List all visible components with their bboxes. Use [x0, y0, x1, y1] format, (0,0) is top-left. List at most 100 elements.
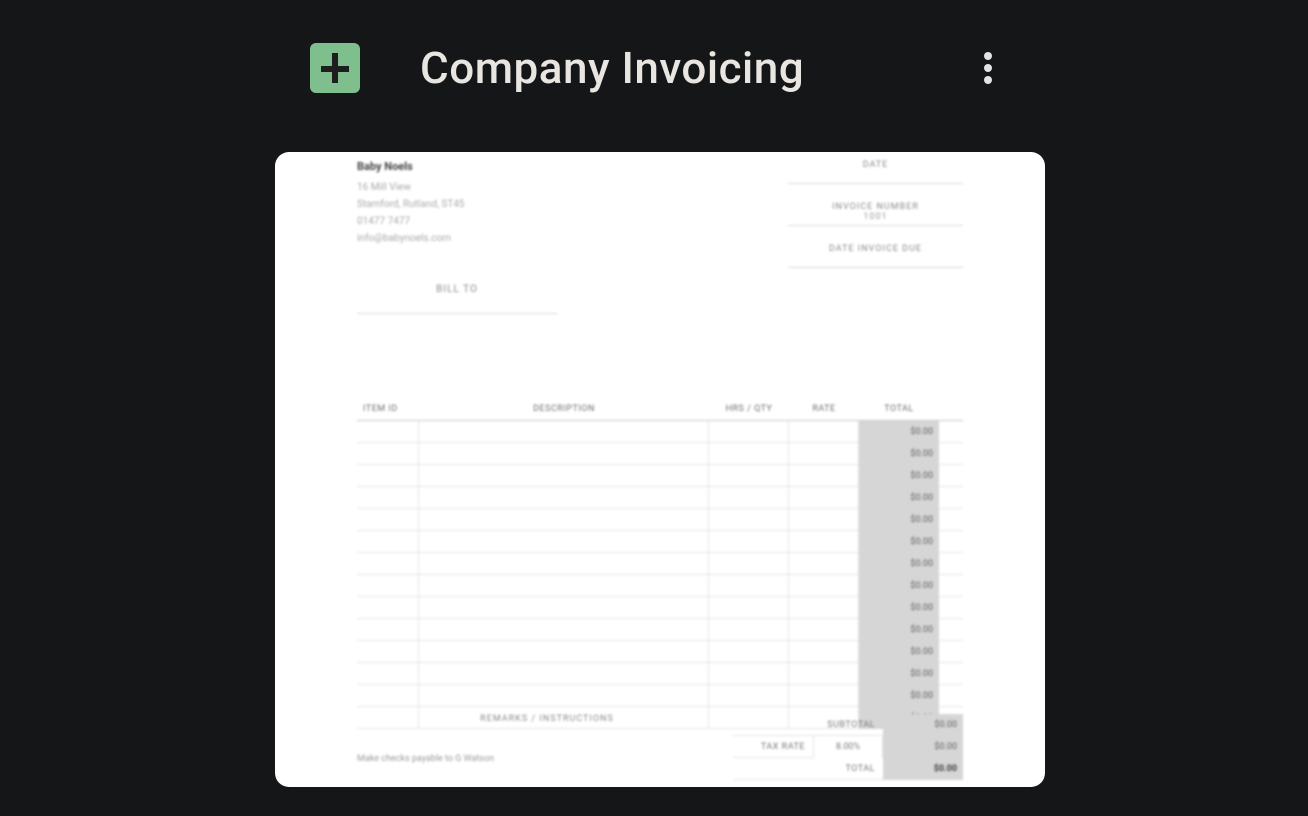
table-cell	[419, 421, 709, 443]
table-cell	[789, 575, 859, 597]
table-row: $0.00	[357, 465, 963, 487]
table-cell	[419, 575, 709, 597]
table-cell	[789, 553, 859, 575]
table-cell	[357, 663, 419, 685]
subtotal-value: $0.00	[883, 714, 963, 736]
table-row: $0.00	[357, 685, 963, 707]
row-total: $0.00	[859, 487, 939, 509]
table-cell	[419, 685, 709, 707]
table-row: $0.00	[357, 509, 963, 531]
table-cell	[789, 421, 859, 443]
th-description: DESCRIPTION	[419, 404, 709, 414]
table-cell	[419, 597, 709, 619]
table-cell	[789, 685, 859, 707]
more-options-button[interactable]	[968, 48, 1008, 88]
row-total: $0.00	[859, 531, 939, 553]
tax-rate-value: 8.00%	[813, 736, 883, 758]
table-row: $0.00	[357, 443, 963, 465]
sheets-glyph-icon	[317, 50, 353, 86]
table-cell	[789, 509, 859, 531]
summary-block: SUBTOTAL $0.00 TAX RATE 8.00% $0.00 TOTA…	[733, 714, 963, 780]
table-cell	[709, 531, 789, 553]
remarks-label: REMARKS / INSTRUCTIONS	[407, 714, 687, 724]
table-cell	[789, 619, 859, 641]
document-thumbnail[interactable]: Baby Noels 16 Mill View Stamford, Rutlan…	[275, 152, 1045, 787]
more-vertical-icon	[984, 50, 992, 86]
table-header: ITEM ID DESCRIPTION HRS / QTY RATE TOTAL	[357, 404, 963, 420]
table-cell	[709, 575, 789, 597]
row-total: $0.00	[859, 465, 939, 487]
table-row: $0.00	[357, 553, 963, 575]
invoice-number-value: 1001	[788, 212, 963, 222]
table-row: $0.00	[357, 487, 963, 509]
table-cell	[789, 663, 859, 685]
table-cell	[419, 619, 709, 641]
table-cell	[357, 575, 419, 597]
invoice-number-field: 1001	[788, 212, 963, 226]
table-cell	[789, 531, 859, 553]
summary-total-row: TOTAL $0.00	[733, 758, 963, 780]
line-items-table: ITEM ID DESCRIPTION HRS / QTY RATE TOTAL…	[357, 404, 963, 729]
table-cell	[789, 641, 859, 663]
table-cell	[419, 553, 709, 575]
th-total: TOTAL	[859, 404, 939, 414]
table-cell	[789, 597, 859, 619]
th-rate: RATE	[789, 404, 859, 414]
table-cell	[709, 465, 789, 487]
table-cell	[357, 597, 419, 619]
table-cell	[709, 663, 789, 685]
row-total: $0.00	[859, 597, 939, 619]
table-cell	[357, 487, 419, 509]
table-cell	[419, 663, 709, 685]
table-cell	[419, 465, 709, 487]
table-cell	[357, 619, 419, 641]
table-cell	[419, 531, 709, 553]
bill-to-rule	[357, 300, 557, 314]
summary-subtotal-row: SUBTOTAL $0.00	[733, 714, 963, 736]
row-total: $0.00	[859, 421, 939, 443]
table-cell	[419, 509, 709, 531]
table-row: $0.00	[357, 531, 963, 553]
table-row: $0.00	[357, 663, 963, 685]
table-cell	[357, 531, 419, 553]
tax-rate-label: TAX RATE	[733, 736, 813, 758]
summary-tax-rate-row: TAX RATE 8.00% $0.00	[733, 736, 963, 758]
row-total: $0.00	[859, 641, 939, 663]
date-field	[788, 170, 963, 184]
table-cell	[419, 487, 709, 509]
total-value: $0.00	[883, 758, 963, 780]
table-row: $0.00	[357, 597, 963, 619]
table-cell	[357, 421, 419, 443]
table-cell	[789, 465, 859, 487]
table-cell	[709, 597, 789, 619]
table-cell	[357, 443, 419, 465]
row-total: $0.00	[859, 553, 939, 575]
card-header: Company Invoicing	[310, 38, 1008, 98]
date-due-field	[788, 254, 963, 268]
table-cell	[357, 465, 419, 487]
table-cell	[789, 443, 859, 465]
table-cell	[357, 641, 419, 663]
table-cell	[709, 487, 789, 509]
label-bill-to: BILL TO	[357, 284, 557, 295]
label-date-due: DATE INVOICE DUE	[788, 244, 963, 254]
subtotal-label: SUBTOTAL	[733, 714, 883, 736]
row-total: $0.00	[859, 443, 939, 465]
invoice-meta: DATE INVOICE NUMBER 1001 DATE INVOICE DU…	[788, 160, 963, 286]
tax-amount-value: $0.00	[883, 736, 963, 758]
table-body: $0.00$0.00$0.00$0.00$0.00$0.00$0.00$0.00…	[357, 420, 963, 729]
page-title: Company Invoicing	[420, 42, 804, 94]
row-total: $0.00	[859, 663, 939, 685]
invoice-preview: Baby Noels 16 Mill View Stamford, Rutlan…	[357, 160, 963, 787]
label-date: DATE	[788, 160, 963, 170]
bottom-section: REMARKS / INSTRUCTIONS Make checks payab…	[357, 714, 963, 764]
table-cell	[419, 443, 709, 465]
table-cell	[709, 509, 789, 531]
table-cell	[357, 553, 419, 575]
table-row: $0.00	[357, 641, 963, 663]
th-hrs-qty: HRS / QTY	[709, 404, 789, 414]
row-total: $0.00	[859, 509, 939, 531]
row-total: $0.00	[859, 575, 939, 597]
table-row: $0.00	[357, 421, 963, 443]
bill-to-block: BILL TO	[357, 284, 557, 295]
